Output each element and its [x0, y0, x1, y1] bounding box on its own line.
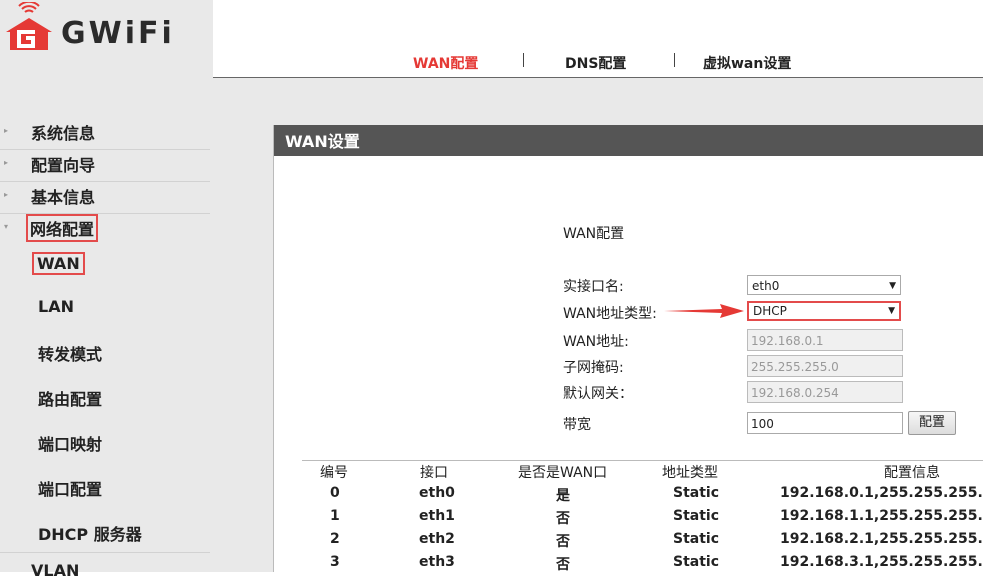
table-cell: Static: [673, 554, 720, 570]
tab-virtual-wan[interactable]: 虚拟wan设置: [703, 53, 791, 73]
config-button[interactable]: 配置: [908, 411, 956, 435]
sidebar-item-label: 配置向导: [31, 156, 96, 175]
wan-type-select[interactable]: DHCP ▼: [747, 301, 901, 321]
table-cell: 否: [556, 534, 570, 550]
bandwidth-label: 带宽: [563, 417, 591, 433]
default-gateway-field[interactable]: 192.168.0.254: [747, 381, 903, 403]
wan-table: 编号 接口 是否是WAN口 地址类型 配置信息 0 eth0 是 Static …: [302, 460, 983, 573]
interface-select-value: eth0: [752, 279, 780, 293]
table-header: 接口: [420, 465, 448, 481]
tab-dns-config[interactable]: DNS配置: [565, 53, 626, 73]
wan-address-label: WAN地址:: [563, 334, 629, 350]
sidebar-item-network-config[interactable]: ▾ 网络配置: [0, 214, 210, 245]
table-header: 编号: [320, 465, 348, 481]
subnet-mask-field[interactable]: 255.255.255.0: [747, 355, 903, 377]
sidebar-subitem-dhcp-server[interactable]: DHCP 服务器: [38, 521, 142, 545]
table-cell: 192.168.1.1,255.255.255.0,192.: [780, 508, 983, 524]
chevron-down-icon: ▾: [4, 222, 9, 231]
chevron-down-icon: ▼: [888, 306, 895, 316]
sidebar-item-label: 网络配置: [26, 214, 99, 242]
sidebar-item-vlan[interactable]: VLAN: [0, 552, 210, 580]
bandwidth-input[interactable]: 100: [747, 412, 903, 434]
wan-type-label: WAN地址类型:: [563, 306, 657, 322]
sidebar-subitem-forward-mode[interactable]: 转发模式: [38, 341, 102, 365]
red-arrow-annotation: [664, 304, 744, 318]
table-cell: Static: [673, 485, 720, 501]
subnet-mask-label: 子网掩码:: [563, 360, 624, 376]
table-cell: eth2: [419, 531, 455, 547]
table-cell: eth3: [419, 554, 455, 570]
table-cell: 192.168.3.1,255.255.255.0,192.: [780, 554, 983, 570]
table-cell: 0: [330, 485, 340, 501]
sidebar-item-system-info[interactable]: ▸ 系统信息: [0, 118, 210, 150]
panel-title: WAN设置: [274, 125, 983, 156]
table-cell: 否: [556, 557, 570, 573]
chevron-right-icon: ▸: [4, 126, 9, 135]
table-cell: eth1: [419, 508, 455, 524]
sidebar-item-setup-wizard[interactable]: ▸ 配置向导: [0, 150, 210, 182]
table-header: 地址类型: [662, 465, 718, 481]
tab-divider: [674, 53, 675, 67]
main-content: WAN设置 WAN配置 实接口名: eth0 ▼ WAN地址类型: DHCP ▼…: [213, 78, 983, 573]
brand-name: GWiFi: [61, 16, 175, 51]
house-wifi-icon: [6, 2, 52, 50]
sidebar-item-label: 基本信息: [31, 188, 96, 207]
table-cell: 1: [330, 508, 340, 524]
gwifi-logo: GWiFi: [3, 2, 188, 62]
interface-select[interactable]: eth0 ▼: [747, 275, 901, 295]
sidebar-menu: ▸ 系统信息 ▸ 配置向导 ▸ 基本信息 ▾ 网络配置: [0, 118, 210, 245]
wan-address-field[interactable]: 192.168.0.1: [747, 329, 903, 351]
sidebar-subitem-wan[interactable]: WAN: [32, 252, 85, 275]
table-header: 配置信息: [884, 465, 940, 481]
table-cell: 3: [330, 554, 340, 570]
top-tab-bar: WAN配置 DNS配置 虚拟wan设置: [213, 0, 983, 78]
table-cell: 192.168.0.1,255.255.255.0,192.: [780, 485, 983, 501]
sidebar-item-label: VLAN: [31, 561, 80, 580]
sidebar-subitem-routing[interactable]: 路由配置: [38, 386, 102, 410]
chevron-right-icon: ▸: [4, 190, 9, 199]
table-cell: 否: [556, 511, 570, 527]
tab-wan-config[interactable]: WAN配置: [413, 53, 478, 73]
sidebar-subitem-port-config[interactable]: 端口配置: [38, 476, 102, 500]
sidebar: GWiFi ▸ 系统信息 ▸ 配置向导 ▸ 基本信息 ▾ 网络配置 WAN LA…: [0, 0, 213, 580]
sidebar-item-basic-info[interactable]: ▸ 基本信息: [0, 182, 210, 214]
table-cell: Static: [673, 508, 720, 524]
table-cell: eth0: [419, 485, 455, 501]
section-title: WAN配置: [563, 226, 625, 242]
default-gateway-label: 默认网关：: [563, 386, 633, 402]
wan-type-select-value: DHCP: [753, 304, 787, 318]
wan-settings-panel: WAN设置 WAN配置 实接口名: eth0 ▼ WAN地址类型: DHCP ▼…: [273, 125, 983, 573]
tab-divider: [523, 53, 524, 67]
table-cell: Static: [673, 531, 720, 547]
chevron-right-icon: ▸: [4, 158, 9, 167]
table-cell: 是: [556, 488, 570, 504]
interface-label: 实接口名:: [563, 279, 624, 295]
chevron-down-icon: ▼: [889, 281, 896, 291]
table-cell: 2: [330, 531, 340, 547]
sidebar-item-label: 系统信息: [31, 124, 96, 143]
table-header: 是否是WAN口: [518, 465, 608, 481]
table-cell: 192.168.2.1,255.255.255.0,192.: [780, 531, 983, 547]
sidebar-subitem-lan[interactable]: LAN: [38, 297, 74, 316]
sidebar-subitem-port-mapping[interactable]: 端口映射: [38, 431, 102, 455]
